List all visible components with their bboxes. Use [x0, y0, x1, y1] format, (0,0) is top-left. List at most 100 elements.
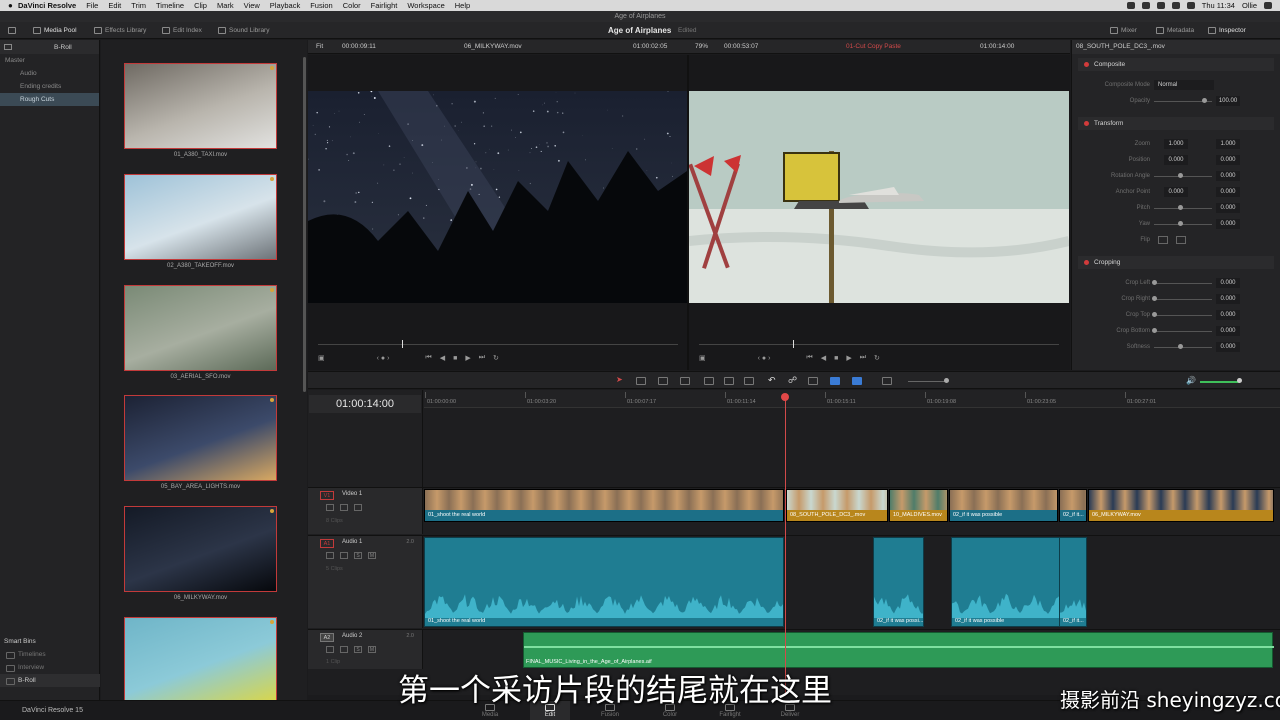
media-pool-scrollbar[interactable]	[303, 57, 306, 392]
search-icon[interactable]	[1264, 2, 1272, 9]
crop-top-knob[interactable]	[1152, 312, 1157, 317]
pitch-value[interactable]: 0.000	[1216, 203, 1240, 213]
crop-left-slider[interactable]	[1154, 283, 1212, 284]
clip-thumbnail[interactable]	[124, 174, 277, 260]
zoom-slider[interactable]	[908, 381, 948, 382]
a1-lock-icon[interactable]	[326, 552, 334, 559]
a2-solo-button[interactable]: S	[354, 646, 362, 653]
menu-trim[interactable]: Trim	[131, 1, 146, 10]
crop-bottom-knob[interactable]	[1152, 328, 1157, 333]
audio-clip[interactable]: 02_if it...	[1059, 537, 1087, 627]
dynamic-trim-icon[interactable]	[658, 377, 668, 385]
position-lock-icon[interactable]	[808, 377, 818, 385]
yaw-slider[interactable]	[1154, 224, 1212, 225]
panel-toggle-button[interactable]	[8, 22, 16, 39]
yaw-value[interactable]: 0.000	[1216, 219, 1240, 229]
v1-auto-select-icon[interactable]	[340, 504, 348, 511]
mixer-button[interactable]: Mixer	[1110, 22, 1137, 39]
video-clip[interactable]: 02_if it...	[1059, 489, 1087, 522]
bin-item[interactable]: Master	[0, 54, 99, 67]
bin-item[interactable]: Ending credits	[0, 80, 99, 93]
crop-bottom-slider[interactable]	[1154, 331, 1212, 332]
video-clip[interactable]: 08_SOUTH_POLE_DC3_.mov	[786, 489, 888, 522]
a1-auto-select-icon[interactable]	[340, 552, 348, 559]
smart-bin-item[interactable]: Timelines	[0, 648, 100, 661]
flip-horizontal-icon[interactable]	[1158, 236, 1168, 244]
v1-visibility-icon[interactable]	[354, 504, 362, 511]
a1-tag[interactable]: A1	[320, 539, 334, 548]
master-volume-knob[interactable]	[1237, 378, 1242, 383]
volume-icon-timeline[interactable]: 🔊	[1186, 376, 1196, 385]
snapping-icon[interactable]: ↶	[768, 375, 778, 385]
video-clip[interactable]: 01_shoot the real world	[424, 489, 784, 522]
menu-playback[interactable]: Playback	[270, 1, 300, 10]
clip-thumbnail[interactable]	[124, 63, 277, 149]
metadata-button[interactable]: Metadata	[1156, 22, 1194, 39]
menu-fairlight[interactable]: Fairlight	[371, 1, 398, 10]
marker-icon[interactable]	[852, 377, 862, 385]
menu-edit[interactable]: Edit	[108, 1, 121, 10]
opacity-knob[interactable]	[1202, 98, 1207, 103]
clip-thumbnail[interactable]	[124, 617, 277, 703]
composite-section[interactable]: Composite	[1078, 58, 1274, 71]
master-volume-slider[interactable]	[1200, 381, 1240, 383]
user-name[interactable]: Ollie	[1242, 1, 1257, 10]
menu-help[interactable]: Help	[455, 1, 470, 10]
volume-icon[interactable]	[1156, 2, 1165, 9]
clip-thumbnail[interactable]	[124, 506, 277, 592]
a2-lock-icon[interactable]	[326, 646, 334, 653]
clock[interactable]: Thu 11:34	[1202, 1, 1235, 10]
bin-item[interactable]: Rough Cuts	[0, 93, 99, 106]
a2-tag[interactable]: A2	[320, 633, 334, 642]
crop-right-value[interactable]: 0.000	[1216, 294, 1240, 304]
audio-clip[interactable]: 01_shoot the real world	[424, 537, 784, 627]
smart-bin-item[interactable]: B-Roll	[0, 674, 100, 687]
playhead-handle[interactable]	[781, 393, 789, 401]
menu-clip[interactable]: Clip	[194, 1, 207, 10]
video-clip[interactable]: 06_MILKYWAY.mov	[1088, 489, 1274, 522]
cropping-section[interactable]: Cropping	[1078, 256, 1274, 269]
pitch-slider[interactable]	[1154, 208, 1212, 209]
trim-tool-icon[interactable]	[636, 377, 646, 385]
wifi-icon[interactable]	[1171, 2, 1180, 9]
timeline-ruler[interactable]: 01:00:00:00 01:00:03:20 01:00:07:17 01:00:1…	[424, 390, 1280, 408]
source-view-options-icon[interactable]: ▣	[318, 354, 325, 362]
timeline-view-icon[interactable]	[882, 377, 892, 385]
a2-mute-button[interactable]: M	[368, 646, 376, 653]
position-x-value[interactable]: 0.000	[1164, 155, 1188, 165]
anchor-x-value[interactable]: 0.000	[1164, 187, 1188, 197]
timeline-playhead[interactable]	[785, 394, 786, 694]
clip-thumbnail[interactable]	[124, 395, 277, 481]
timeline-reverse-icon[interactable]: ◀	[821, 354, 826, 362]
bin-list-icon[interactable]	[4, 44, 12, 50]
timeline-view-options-icon[interactable]: ▣	[699, 354, 706, 362]
menu-timeline[interactable]: Timeline	[156, 1, 184, 10]
source-viewer[interactable]	[308, 91, 687, 303]
timeline-last-frame-icon[interactable]: ⏭	[860, 354, 866, 362]
rotation-value[interactable]: 0.000	[1216, 171, 1240, 181]
softness-knob[interactable]	[1178, 344, 1183, 349]
a2-name[interactable]: Audio 2	[342, 633, 362, 639]
softness-slider[interactable]	[1154, 347, 1212, 348]
apple-icon[interactable]: ●	[8, 1, 18, 10]
zoom-knob[interactable]	[944, 378, 949, 383]
timeline-loop-icon[interactable]: ↻	[874, 354, 880, 362]
audio-clip[interactable]: 02_if it was possi...	[873, 537, 924, 627]
crop-left-knob[interactable]	[1152, 280, 1157, 285]
v1-tag[interactable]: V1	[320, 491, 334, 500]
menu-workspace[interactable]: Workspace	[407, 1, 444, 10]
replace-clip-icon[interactable]	[744, 377, 754, 385]
flag-icon[interactable]	[830, 377, 840, 385]
crop-bottom-value[interactable]: 0.000	[1216, 326, 1240, 336]
yaw-knob[interactable]	[1178, 221, 1183, 226]
menu-fusion[interactable]: Fusion	[310, 1, 333, 10]
video-clip[interactable]: 02_if it was possible	[949, 489, 1058, 522]
crop-right-knob[interactable]	[1152, 296, 1157, 301]
v1-name[interactable]: Video 1	[342, 491, 362, 497]
menu-app-name[interactable]: DaVinci Resolve	[18, 1, 76, 10]
timeline-timecode-display[interactable]: 01:00:14:00	[309, 395, 421, 413]
blade-tool-icon[interactable]	[680, 377, 690, 385]
crop-top-value[interactable]: 0.000	[1216, 310, 1240, 320]
effects-library-button[interactable]: Effects Library	[94, 22, 146, 39]
timeline-play-icon[interactable]: ▶	[846, 354, 851, 362]
